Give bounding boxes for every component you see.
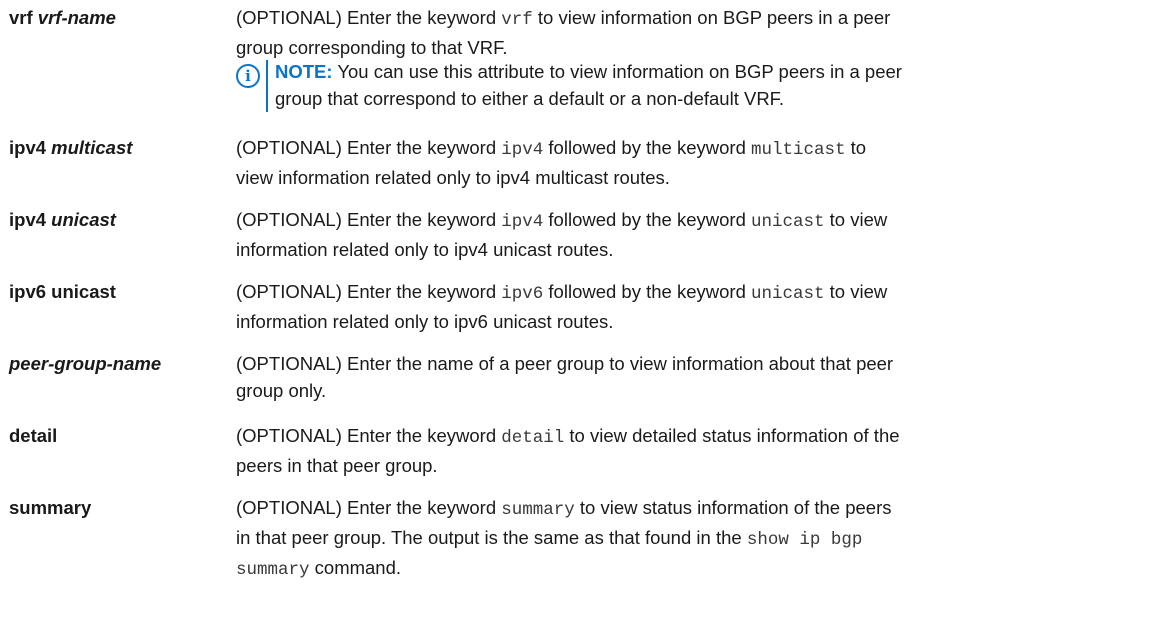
note-text: NOTE: You can use this attribute to view… (275, 58, 1141, 112)
desc-text: information related only to ipv4 unicast… (236, 239, 614, 260)
desc-text: (OPTIONAL) Enter the keyword (236, 425, 502, 446)
desc-text: in that peer group. The output is the sa… (236, 527, 747, 548)
desc-text: to view (824, 209, 888, 230)
desc-text: group corresponding to that VRF. (236, 37, 508, 58)
term-variable: multicast (51, 137, 133, 158)
code-keyword: ipv4 (501, 212, 544, 232)
term-keyword: detail (9, 425, 58, 446)
desc-text: information related only to ipv6 unicast… (236, 311, 614, 332)
term-keyword: summary (9, 497, 92, 518)
term-keyword: ipv4 (9, 137, 47, 158)
desc-text: followed by the keyword (543, 137, 751, 158)
code-keyword: vrf (501, 10, 533, 30)
code-keyword: ipv4 (501, 140, 544, 160)
term-keyword: vrf (9, 7, 33, 28)
code-command: show ip bgp (746, 530, 863, 550)
desc-text: (OPTIONAL) Enter the name of a peer grou… (236, 353, 894, 374)
desc-text: to view information on BGP peers in a pe… (532, 7, 891, 28)
desc-text: followed by the keyword (543, 281, 751, 302)
desc-text: peers in that peer group. (236, 455, 438, 476)
param-term: ipv4 unicast (9, 206, 116, 233)
desc-text: (OPTIONAL) Enter the keyword (236, 497, 502, 518)
code-keyword: detail (501, 428, 565, 448)
param-term: ipv6 unicast (9, 278, 116, 305)
param-term: detail (9, 422, 57, 449)
param-term: vrf vrf-name (9, 4, 116, 31)
desc-text: group only. (236, 380, 327, 401)
term-keyword: ipv4 (9, 209, 47, 230)
param-description: (OPTIONAL) Enter the keyword ipv4 follow… (236, 134, 1141, 191)
desc-text: to view detailed status information of t… (564, 425, 900, 446)
desc-text: (OPTIONAL) Enter the keyword (236, 209, 502, 230)
desc-text: command. (309, 557, 402, 578)
desc-text: (OPTIONAL) Enter the keyword (236, 137, 502, 158)
note-divider (266, 60, 268, 112)
note-label: NOTE: (275, 61, 333, 82)
code-keyword: ipv6 (501, 284, 544, 304)
param-description: (OPTIONAL) Enter the keyword vrf to view… (236, 4, 1141, 61)
desc-text: view information related only to ipv4 mu… (236, 167, 670, 188)
param-description: (OPTIONAL) Enter the keyword summary to … (236, 494, 1141, 584)
code-keyword: summary (501, 500, 575, 520)
code-keyword: multicast (751, 140, 846, 160)
code-command: summary (236, 560, 310, 580)
info-icon: i (236, 64, 260, 88)
term-variable: unicast (51, 209, 116, 230)
param-description: (OPTIONAL) Enter the keyword ipv4 follow… (236, 206, 1141, 263)
param-description: (OPTIONAL) Enter the name of a peer grou… (236, 350, 1141, 404)
desc-text: (OPTIONAL) Enter the keyword (236, 281, 502, 302)
param-term: ipv4 multicast (9, 134, 132, 161)
desc-text: to (845, 137, 867, 158)
param-description: (OPTIONAL) Enter the keyword ipv6 follow… (236, 278, 1141, 335)
code-keyword: unicast (751, 284, 825, 304)
note-box: i NOTE: You can use this attribute to vi… (236, 58, 1141, 114)
term-variable: peer-group-name (9, 353, 162, 374)
desc-text: (OPTIONAL) Enter the keyword (236, 7, 502, 28)
param-term: summary (9, 494, 91, 521)
desc-text: followed by the keyword (543, 209, 751, 230)
term-keyword: ipv6 unicast (9, 281, 116, 302)
param-term: peer-group-name (9, 350, 161, 377)
desc-text: to view (824, 281, 888, 302)
note-line: group that correspond to either a defaul… (275, 88, 785, 109)
code-keyword: unicast (751, 212, 825, 232)
param-description: (OPTIONAL) Enter the keyword detail to v… (236, 422, 1141, 479)
desc-text: to view status information of the peers (574, 497, 892, 518)
term-variable: vrf-name (37, 7, 116, 28)
note-line: You can use this attribute to view infor… (332, 61, 902, 82)
